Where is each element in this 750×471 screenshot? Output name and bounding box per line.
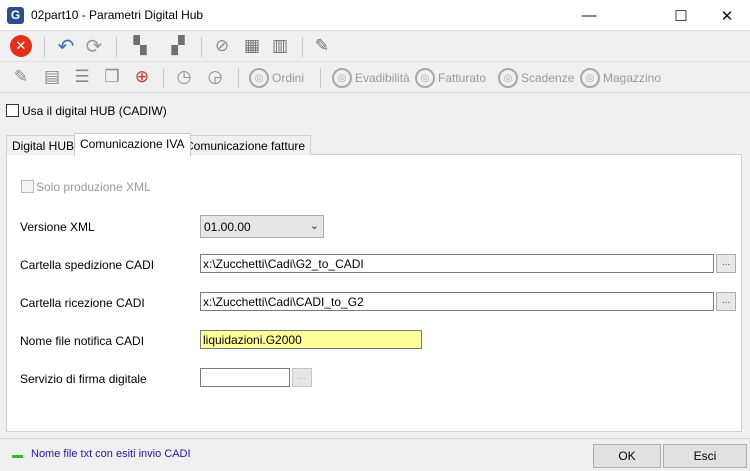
fatturato-icon: ◎ [415, 68, 435, 88]
list-icon[interactable]: ☰ [70, 66, 94, 88]
secondary-toolbar: ✎ ▤ ☰ ❐ ⊕ ◷ ◶ ◎ Ordini ◎ Evadibilità ◎ F… [0, 62, 750, 93]
versione-xml-select[interactable]: 01.00.00 ⌄ [200, 215, 324, 238]
evadibilita-icon: ◎ [332, 68, 352, 88]
scadenze-button[interactable]: ◎ Scadenze [498, 67, 574, 89]
cartella-ricezione-label: Cartella ricezione CADI [20, 296, 145, 310]
status-bar: Nome file txt con esiti invio CADI OK Es… [0, 438, 750, 471]
paperclip-icon[interactable]: ⊘ [210, 35, 234, 57]
clock-forward-icon[interactable]: ◶ [203, 66, 227, 88]
close-glyph: ✕ [10, 35, 32, 57]
toolbar-separator [116, 37, 117, 57]
copy-icon[interactable]: ▦ [240, 35, 264, 57]
fatturato-label: Fatturato [438, 71, 487, 85]
evadibilita-button[interactable]: ◎ Evadibilità [332, 67, 410, 89]
tab-comunicazione-fatture[interactable]: Comunicazione fatture [179, 135, 312, 155]
toolbar-separator [320, 68, 321, 88]
esci-button[interactable]: Esci [663, 444, 747, 468]
toolbar-separator [201, 37, 202, 57]
window-title: 02part10 - Parametri Digital Hub [31, 8, 204, 22]
status-indicator [12, 455, 23, 458]
versione-xml-label: Versione XML [20, 220, 95, 234]
toolbar-separator [44, 37, 45, 57]
pencil-icon[interactable]: ✎ [9, 66, 33, 88]
servizio-firma-browse-button[interactable]: ... [292, 368, 312, 387]
status-text: Nome file txt con esiti invio CADI [31, 448, 191, 460]
magazzino-label: Magazzino [603, 71, 662, 85]
evadibilita-label: Evadibilità [355, 71, 410, 85]
title-bar: G 02part10 - Parametri Digital Hub — ☐ ✕ [0, 0, 750, 31]
toolbar-separator [302, 37, 303, 57]
servizio-firma-input[interactable] [200, 368, 290, 387]
form-area: Usa il digital HUB (CADIW) Solo produzio… [0, 93, 750, 438]
search-icon[interactable]: ⊕ [130, 66, 154, 88]
scadenze-label: Scadenze [521, 71, 575, 85]
ok-button[interactable]: OK [593, 444, 661, 468]
document-icon[interactable]: ▤ [40, 66, 64, 88]
close-circle-icon[interactable]: ✕ [9, 35, 33, 57]
binoculars-next-icon[interactable]: ▞ [166, 35, 190, 57]
main-toolbar: ✕ ↶ ⟳ ▚ ▞ ⊘ ▦ ▥ ✎ [0, 31, 750, 62]
toolbar-separator [163, 68, 164, 88]
note-icon[interactable]: ✎ [310, 35, 334, 57]
nome-file-notifica-input[interactable]: liquidazioni.G2000 [200, 330, 422, 349]
layout-icon[interactable]: ▥ [268, 35, 292, 57]
fatturato-button[interactable]: ◎ Fatturato [415, 67, 486, 89]
solo-produzione-label: Solo produzione XML [36, 180, 151, 194]
undo-icon[interactable]: ↶ [54, 34, 78, 58]
nome-file-notifica-label: Nome file notifica CADI [20, 334, 145, 348]
ordini-label: Ordini [272, 71, 305, 85]
toolbar-separator [238, 68, 239, 88]
magazzino-icon: ◎ [580, 68, 600, 88]
minimize-button[interactable]: — [566, 0, 612, 31]
ordini-button[interactable]: ◎ Ordini [249, 67, 304, 89]
use-digital-hub-checkbox[interactable] [6, 104, 19, 117]
maximize-button[interactable]: ☐ [658, 0, 704, 31]
use-digital-hub-label: Usa il digital HUB (CADIW) [22, 104, 167, 118]
clock-back-icon[interactable]: ◷ [172, 66, 196, 88]
app-icon: G [7, 7, 24, 24]
copies-icon[interactable]: ❐ [100, 66, 124, 88]
tab-comunicazione-iva[interactable]: Comunicazione IVA [74, 133, 191, 156]
chevron-down-icon: ⌄ [309, 219, 319, 232]
tab-panel-comunicazione-iva: Solo produzione XML Versione XML 01.00.0… [6, 154, 742, 432]
magazzino-button[interactable]: ◎ Magazzino [580, 67, 661, 89]
versione-xml-value: 01.00.00 [204, 220, 251, 234]
cartella-ricezione-input[interactable]: x:\Zucchetti\Cadi\CADI_to_G2 [200, 292, 714, 311]
refresh-icon[interactable]: ⟳ [82, 34, 106, 58]
servizio-firma-label: Servizio di firma digitale [20, 372, 147, 386]
binoculars-icon[interactable]: ▚ [128, 35, 152, 57]
close-window-button[interactable]: ✕ [704, 0, 750, 31]
cartella-spedizione-input[interactable]: x:\Zucchetti\Cadi\G2_to_CADI [200, 254, 714, 273]
cartella-ricezione-browse-button[interactable]: ... [716, 292, 736, 311]
ordini-icon: ◎ [249, 68, 269, 88]
tab-digital-hub[interactable]: Digital HUB [6, 135, 81, 155]
cartella-spedizione-browse-button[interactable]: ... [716, 254, 736, 273]
scadenze-icon: ◎ [498, 68, 518, 88]
cartella-spedizione-label: Cartella spedizione CADI [20, 258, 155, 272]
solo-produzione-checkbox[interactable] [21, 180, 34, 193]
